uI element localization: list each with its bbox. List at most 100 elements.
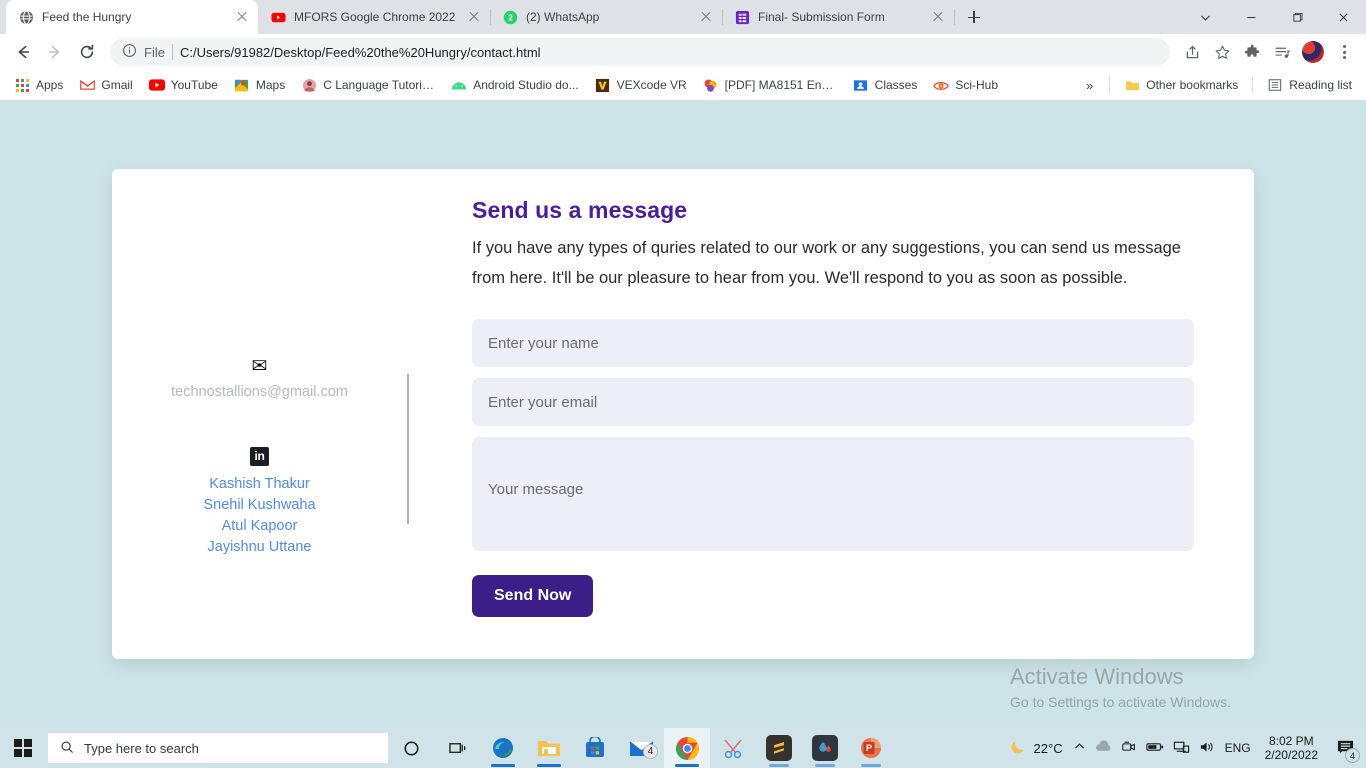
chrome-menu-icon[interactable] xyxy=(1330,38,1358,66)
form-gap xyxy=(472,367,1194,378)
bookmark-android-studio-docs[interactable]: Android Studio do... xyxy=(445,74,584,96)
bookmark-c-language-tutorial[interactable]: C Language Tutoria... xyxy=(295,74,441,96)
adobe-app-icon xyxy=(812,735,838,761)
maximize-button[interactable] xyxy=(1274,1,1320,33)
bookmark-vexcode-vr[interactable]: VEXcode VR xyxy=(589,74,693,96)
bookmark-label: C Language Tutoria... xyxy=(323,78,436,92)
camera-icon[interactable] xyxy=(1121,740,1137,757)
bookmark-gmail[interactable]: Gmail xyxy=(73,74,138,96)
address-bar[interactable]: File C:/Users/91982/Desktop/Feed%20the%2… xyxy=(110,38,1170,66)
send-now-button[interactable]: Send Now xyxy=(472,575,594,617)
reading-list-icon xyxy=(1267,77,1283,93)
window-controls xyxy=(1182,0,1366,34)
weather-widget[interactable]: 22°C xyxy=(1010,738,1063,759)
bookmarks-divider xyxy=(1109,77,1111,93)
snipping-tool-icon xyxy=(720,735,746,761)
bookmarks-bar: Apps Gmail YouTube Maps C Language Tutor xyxy=(0,70,1366,100)
start-button[interactable] xyxy=(0,728,46,768)
contact-card: ✉ technostallions@gmail.com in Kashish T… xyxy=(112,169,1254,659)
network-icon[interactable] xyxy=(1173,740,1190,757)
temperature-label: 22°C xyxy=(1033,740,1063,756)
sublime-text-icon xyxy=(766,735,792,761)
pdf-icon xyxy=(703,77,719,93)
envelope-icon: ✉ xyxy=(251,356,268,377)
tab-close-icon[interactable] xyxy=(930,9,946,25)
person-link[interactable]: Jayishnu Uttane xyxy=(112,537,407,558)
taskbar-clock[interactable]: 8:02 PM 2/20/2022 xyxy=(1261,734,1322,762)
reading-list-label: Reading list xyxy=(1289,78,1352,92)
person-link[interactable]: Snehil Kushwaha xyxy=(112,495,407,516)
reload-icon[interactable] xyxy=(72,37,102,67)
cloud-icon[interactable] xyxy=(1095,740,1112,756)
tab-close-icon[interactable] xyxy=(698,9,714,25)
tab-close-icon[interactable] xyxy=(234,9,250,25)
bookmark-sci-hub[interactable]: Sci-Hub xyxy=(927,74,1004,96)
name-input[interactable] xyxy=(472,319,1194,367)
url-scheme-label: File xyxy=(144,44,165,60)
notifications-button[interactable]: 4 xyxy=(1332,735,1360,763)
bookmark-label: YouTube xyxy=(170,78,218,92)
info-circle-icon[interactable] xyxy=(122,43,137,61)
android-icon xyxy=(451,77,467,93)
taskbar-search-placeholder: Type here to search xyxy=(84,740,199,756)
back-icon[interactable] xyxy=(8,37,38,67)
bookmark-apps[interactable]: Apps xyxy=(8,74,69,96)
minimize-button[interactable] xyxy=(1228,1,1274,33)
taskbar-app-adobe[interactable] xyxy=(802,728,848,768)
email-input[interactable] xyxy=(472,378,1194,426)
other-bookmarks-button[interactable]: Other bookmarks xyxy=(1118,74,1244,96)
youtube-icon xyxy=(148,77,165,93)
chevron-up-icon[interactable] xyxy=(1073,740,1086,756)
share-icon[interactable] xyxy=(1178,38,1206,66)
close-button[interactable] xyxy=(1320,1,1366,33)
bookmark-youtube[interactable]: YouTube xyxy=(143,74,224,96)
bookmark-label: Android Studio do... xyxy=(473,78,579,92)
language-indicator[interactable]: ENG xyxy=(1225,741,1251,755)
taskbar-search[interactable]: Type here to search xyxy=(48,733,388,763)
volume-icon[interactable] xyxy=(1199,740,1216,757)
forward-icon[interactable] xyxy=(40,37,70,67)
new-tab-button[interactable] xyxy=(960,3,988,31)
page-title: Send us a message xyxy=(472,197,688,223)
google-chrome-icon xyxy=(674,735,700,761)
reading-list-button[interactable]: Reading list xyxy=(1261,74,1358,96)
tab-title: (2) WhatsApp xyxy=(526,10,600,24)
contact-email[interactable]: technostallions@gmail.com xyxy=(112,384,407,400)
bookmark-classes[interactable]: Classes xyxy=(847,74,924,96)
message-textarea[interactable] xyxy=(472,437,1194,551)
taskbar-app-google-chrome[interactable] xyxy=(664,728,710,768)
cortana-circle-icon[interactable] xyxy=(388,728,434,768)
contact-form: Send Now xyxy=(472,319,1194,617)
folder-icon xyxy=(1124,77,1140,93)
taskbar-app-microsoft-store[interactable] xyxy=(572,728,618,768)
taskbar-app-mail[interactable]: 4 xyxy=(618,728,664,768)
taskbar-app-file-explorer[interactable] xyxy=(526,728,572,768)
profile-avatar[interactable] xyxy=(1302,41,1324,63)
taskbar-app-sublime-text[interactable] xyxy=(756,728,802,768)
tab-whatsapp[interactable]: 2 (2) WhatsApp xyxy=(490,0,723,34)
person-link[interactable]: Kashish Thakur xyxy=(112,474,407,495)
extensions-puzzle-icon[interactable] xyxy=(1238,38,1266,66)
battery-icon[interactable] xyxy=(1145,741,1164,756)
browser-chrome: Feed the Hungry MFORS Google Chrome 2022… xyxy=(0,0,1366,100)
tab-feed-the-hungry[interactable]: Feed the Hungry xyxy=(6,0,258,34)
svg-text:P: P xyxy=(866,743,872,753)
watermark-subtitle: Go to Settings to activate Windows. xyxy=(1010,694,1231,710)
tab-final-submission-form[interactable]: Final- Submission Form xyxy=(722,0,955,34)
taskbar-app-powerpoint[interactable]: P xyxy=(848,728,894,768)
search-icon xyxy=(60,740,74,757)
taskbar-app-microsoft-edge[interactable] xyxy=(480,728,526,768)
task-view-icon[interactable] xyxy=(434,728,480,768)
tab-close-icon[interactable] xyxy=(466,9,482,25)
bookmark-maps[interactable]: Maps xyxy=(228,74,291,96)
bookmark-label: Apps xyxy=(36,78,64,92)
tab-search-chevron-icon[interactable] xyxy=(1182,1,1228,33)
reading-list-icon[interactable] xyxy=(1268,38,1296,66)
person-link[interactable]: Atul Kapoor xyxy=(112,516,407,537)
tab-mfors-google-chrome[interactable]: MFORS Google Chrome 2022 02 xyxy=(258,0,491,34)
mail-badge: 4 xyxy=(643,744,658,759)
bookmark-pdf-ma8151[interactable]: [PDF] MA8151 Engi... xyxy=(697,74,843,96)
taskbar-app-snipping-tool[interactable] xyxy=(710,728,756,768)
bookmark-star-icon[interactable] xyxy=(1208,38,1236,66)
bookmarks-overflow-button[interactable]: » xyxy=(1078,78,1101,93)
